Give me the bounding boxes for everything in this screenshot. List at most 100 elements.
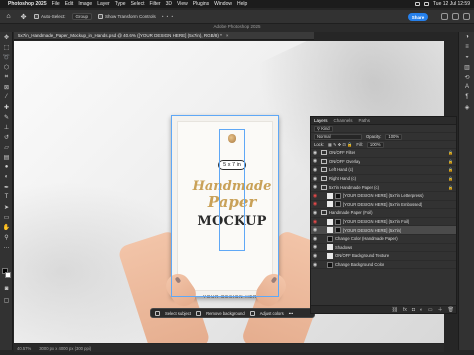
layers-panel-icon[interactable]: ◈ xyxy=(459,102,474,112)
menu-file[interactable]: File xyxy=(52,1,60,7)
visibility-eye-icon[interactable]: ◉ xyxy=(311,149,319,157)
blur-tool-icon[interactable]: ● xyxy=(0,162,13,172)
visibility-eye-icon[interactable]: ◉ xyxy=(311,183,319,191)
transform-controls-toggle[interactable]: Show Transform Controls xyxy=(98,14,156,20)
layer-row[interactable]: ◉ Handmade Paper (Foil) xyxy=(311,209,456,218)
more-options-icon[interactable]: • • • xyxy=(162,14,174,19)
pen-tool-icon[interactable]: ✒ xyxy=(0,182,13,192)
blend-mode-dropdown[interactable]: Normal xyxy=(314,133,362,140)
layer-row[interactable]: ◉ Left Hand (c) 🔒 xyxy=(311,166,456,175)
move-tool-icon[interactable]: ✥ xyxy=(19,12,28,21)
kind-filter-dropdown[interactable]: ⚲ Kind xyxy=(314,125,333,132)
menu-layer[interactable]: Layer xyxy=(97,1,110,7)
paragraph-panel-icon[interactable]: ¶ xyxy=(459,92,474,102)
zoom-tool-icon[interactable]: ⚲ xyxy=(0,232,13,242)
brush-tool-icon[interactable]: ✎ xyxy=(0,112,13,122)
search-icon[interactable] xyxy=(441,13,448,20)
libraries-panel-icon[interactable]: ▥ xyxy=(459,62,474,72)
visibility-eye-icon[interactable]: ◉ xyxy=(311,218,319,226)
layer-row[interactable]: ◉ Change Background Color xyxy=(311,261,456,270)
menu-select[interactable]: Select xyxy=(131,1,145,7)
move-tool-icon[interactable]: ✥ xyxy=(0,32,13,42)
visibility-eye-icon[interactable]: ◉ xyxy=(311,261,319,269)
layer-row[interactable]: ◉ [YOUR DESIGN HERE] (5x7in Foil) xyxy=(311,218,456,227)
add-mask-icon[interactable]: ◘ xyxy=(412,307,415,313)
menu-window[interactable]: Window xyxy=(214,1,232,7)
layer-mask-thumbnail[interactable] xyxy=(335,218,341,225)
visibility-eye-icon[interactable]: ◉ xyxy=(311,157,319,165)
stamp-tool-icon[interactable]: ⊥ xyxy=(0,122,13,132)
crop-tool-icon[interactable]: ⌗ xyxy=(0,72,13,82)
menu-view[interactable]: View xyxy=(177,1,188,7)
hand-tool-icon[interactable]: ✋ xyxy=(0,222,13,232)
eyedropper-tool-icon[interactable]: ⁄ xyxy=(0,92,13,102)
more-tools-icon[interactable]: … xyxy=(0,242,13,252)
trash-icon[interactable]: 🗑 xyxy=(448,307,454,313)
more-options-icon[interactable]: ••• xyxy=(289,311,293,316)
path-select-tool-icon[interactable]: ➤ xyxy=(0,202,13,212)
tab-paths[interactable]: Paths xyxy=(359,118,371,123)
menu-image[interactable]: Image xyxy=(78,1,92,7)
layer-row[interactable]: ◉ Shadows xyxy=(311,244,456,253)
menu-type[interactable]: Type xyxy=(115,1,126,7)
drag-handle-icon[interactable] xyxy=(155,310,160,316)
tab-channels[interactable]: Channels xyxy=(334,118,353,123)
history-panel-icon[interactable]: ⟲ xyxy=(459,72,474,82)
link-layers-icon[interactable]: ⛓ xyxy=(392,307,398,313)
menu-3d[interactable]: 3D xyxy=(166,1,172,7)
visibility-eye-icon[interactable]: ◉ xyxy=(311,175,319,183)
fx-icon[interactable]: fx xyxy=(403,307,407,313)
lock-icons[interactable]: ▦ ✎ ✥ ⊡ 🔒 xyxy=(328,142,352,148)
frame-tool-icon[interactable]: ⊠ xyxy=(0,82,13,92)
screen-mode-icon[interactable]: ▢ xyxy=(0,295,13,305)
visibility-eye-icon[interactable]: ◉ xyxy=(311,226,319,234)
new-group-icon[interactable]: ▭ xyxy=(428,307,433,313)
gradient-tool-icon[interactable]: ▤ xyxy=(0,152,13,162)
healing-tool-icon[interactable]: ✚ xyxy=(0,102,13,112)
close-tab-icon[interactable]: × xyxy=(226,33,229,38)
home-icon[interactable]: ⌂ xyxy=(4,12,13,21)
opacity-field[interactable]: 100% xyxy=(385,133,403,140)
lasso-tool-icon[interactable]: ➰ xyxy=(0,52,13,62)
visibility-eye-icon[interactable]: ◉ xyxy=(311,200,319,208)
layer-row[interactable]: ◉ 5x7in Handmade Paper (c) 🔒 xyxy=(311,183,456,192)
menu-plugins[interactable]: Plugins xyxy=(193,1,209,7)
visibility-eye-icon[interactable]: ◉ xyxy=(311,243,319,251)
color-panel-icon[interactable]: ◑ xyxy=(459,32,474,42)
menu-filter[interactable]: Filter xyxy=(149,1,160,7)
layer-row[interactable]: ◉ ON/OFF Overlay 🔒 xyxy=(311,158,456,167)
menu-edit[interactable]: Edit xyxy=(65,1,74,7)
layer-row[interactable]: ◉ ON/OFF Filter 🔒 xyxy=(311,149,456,158)
new-layer-icon[interactable]: ＋ xyxy=(438,306,443,313)
transform-checkbox[interactable] xyxy=(98,14,104,20)
visibility-eye-icon[interactable]: ◉ xyxy=(311,166,319,174)
history-brush-icon[interactable]: ↺ xyxy=(0,132,13,142)
eraser-tool-icon[interactable]: ▱ xyxy=(0,142,13,152)
auto-select-toggle[interactable]: Auto-Select: xyxy=(34,14,66,20)
visibility-eye-icon[interactable]: ◉ xyxy=(311,235,319,243)
layer-row[interactable]: ◉ [YOUR DESIGN HERE] (5x7in) xyxy=(311,226,456,235)
type-tool-icon[interactable]: T xyxy=(0,192,13,202)
layer-mask-thumbnail[interactable] xyxy=(335,201,341,208)
workspace-icon[interactable] xyxy=(452,13,459,20)
auto-select-dropdown[interactable]: Group xyxy=(71,13,93,20)
remove-background-button[interactable]: Remove background xyxy=(206,311,245,316)
tab-layers[interactable]: Layers xyxy=(314,118,328,123)
character-panel-icon[interactable]: A xyxy=(459,82,474,92)
menu-help[interactable]: Help xyxy=(237,1,247,7)
layer-mask-thumbnail[interactable] xyxy=(335,192,341,199)
marquee-tool-icon[interactable]: ⬚ xyxy=(0,42,13,52)
fill-field[interactable]: 100% xyxy=(366,141,384,148)
background-color-swatch[interactable] xyxy=(5,272,11,278)
shape-tool-icon[interactable]: ▭ xyxy=(0,212,13,222)
properties-panel-icon[interactable]: ≡ xyxy=(459,42,474,52)
layer-row[interactable]: ◉ Right Hand (c) 🔒 xyxy=(311,175,456,184)
layer-row[interactable]: ◉ [YOUR DESIGN HERE] (5x7in Embossed) xyxy=(311,201,456,210)
zoom-level[interactable]: 40.57% xyxy=(17,346,31,351)
quick-mask-icon[interactable]: ◙ xyxy=(0,284,13,294)
dodge-tool-icon[interactable]: ◐ xyxy=(0,172,13,182)
visibility-eye-icon[interactable]: ◉ xyxy=(311,209,319,217)
adjustment-layer-icon[interactable]: ◐ xyxy=(420,307,423,313)
visibility-eye-icon[interactable]: ◉ xyxy=(311,252,319,260)
document-tab[interactable]: 5x7in_Handmade_Paper_Mockup_in_Hands.psd… xyxy=(14,32,314,40)
